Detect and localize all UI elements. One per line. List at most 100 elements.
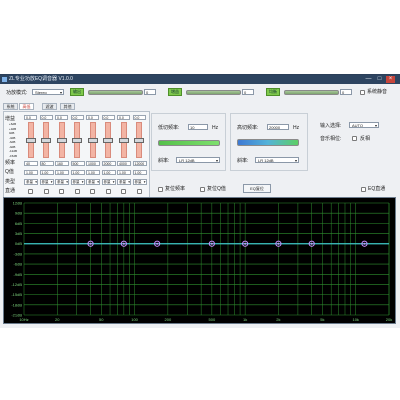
q-row-label: Q值: [5, 169, 14, 175]
band-bypass-checkbox[interactable]: [74, 189, 80, 194]
band-q-input[interactable]: 1.00: [117, 170, 131, 175]
band-bypass-checkbox[interactable]: [121, 189, 126, 194]
band-type-select[interactable]: 参量 ▾: [24, 179, 38, 185]
tab-system[interactable]: 系统: [3, 103, 18, 110]
maximize-button[interactable]: □: [375, 76, 384, 83]
band-gain-input[interactable]: 0.0: [39, 115, 53, 120]
output-value[interactable]: 0: [144, 89, 156, 95]
band-q-input[interactable]: 1.00: [55, 170, 69, 175]
gain-value[interactable]: 0: [242, 89, 254, 95]
band-q-input[interactable]: 1.00: [101, 170, 116, 175]
mute-checkbox[interactable]: [360, 90, 365, 95]
chevron-down-icon: ▾: [143, 180, 146, 184]
band-bypass-checkbox[interactable]: [105, 189, 111, 194]
window-title: ZL专业功放EQ调音器 V1.0.0: [9, 76, 73, 82]
band-gain-thumb[interactable]: [87, 137, 98, 143]
output-mode-value: Stereo: [35, 90, 47, 95]
band-type-select[interactable]: 参量 ▾: [86, 179, 100, 185]
band-gain-thumb[interactable]: [134, 137, 144, 143]
band-gain-thumb[interactable]: [25, 137, 36, 143]
eq-band-node-center: [363, 242, 366, 245]
eq-response-graph[interactable]: 12dB 9dB 6dB 3dB 0dB -3dB -6dB -9dB -12dB -15dB -1…: [3, 197, 396, 324]
band-gain-thumb[interactable]: [72, 137, 82, 143]
band-gain-input[interactable]: 0.0: [132, 115, 146, 120]
highcut-unit: Hz: [293, 125, 300, 131]
gain-slider[interactable]: [186, 90, 241, 95]
output-mode-select[interactable]: Stereo ▾: [32, 89, 64, 95]
band-freq-input[interactable]: 12000: [132, 161, 147, 166]
band-freq-input[interactable]: 2000: [101, 161, 116, 166]
eq-value[interactable]: 0: [340, 89, 352, 95]
phase-invert-checkbox[interactable]: [352, 136, 357, 141]
tab-other[interactable]: 其他: [60, 103, 75, 110]
band-type-select[interactable]: 参量 ▾: [132, 179, 147, 185]
highcut-freq-input[interactable]: 20000: [267, 124, 289, 130]
highcut-slider[interactable]: [237, 139, 299, 146]
band-type-select[interactable]: 参量 ▾: [70, 179, 85, 185]
band-gain-thumb[interactable]: [41, 137, 51, 143]
lowcut-slider[interactable]: [158, 140, 220, 146]
chevron-down-icon: ▾: [59, 90, 62, 95]
band-gain-input[interactable]: 0.0: [24, 115, 37, 120]
highcut-slope-select[interactable]: LR 12dB ▾: [255, 157, 299, 163]
gain-button[interactable]: 增益: [168, 88, 182, 96]
band-freq-input[interactable]: 40: [24, 161, 38, 166]
minimize-button[interactable]: —: [364, 76, 373, 83]
band-bypass-checkbox[interactable]: [43, 189, 49, 194]
lowcut-freq-input[interactable]: 10: [188, 124, 208, 130]
band-q-input[interactable]: 1.00: [70, 170, 85, 175]
chevron-down-icon: ▾: [215, 158, 218, 163]
band-gain-input[interactable]: 0.0: [101, 115, 115, 120]
highcut-freq-label: 高切频率:: [237, 125, 259, 131]
app-icon: [2, 77, 7, 82]
eq-band-node-center: [210, 242, 213, 245]
band-gain-thumb[interactable]: [118, 137, 129, 143]
band-freq-input[interactable]: 500: [70, 161, 85, 166]
reset-freq-checkbox[interactable]: [158, 187, 163, 192]
band-gain-input[interactable]: 0.0: [70, 115, 84, 120]
band-type-select[interactable]: 参量 ▾: [117, 179, 131, 185]
tab-highlow[interactable]: 高低: [19, 103, 34, 110]
band-gain-thumb[interactable]: [103, 137, 113, 143]
band-q-input[interactable]: 1.00: [39, 170, 54, 175]
output-button[interactable]: 输出: [70, 88, 84, 96]
band-gain-input[interactable]: 0.0: [117, 115, 130, 120]
band-freq-input[interactable]: 160: [55, 161, 69, 166]
band-gain-input[interactable]: 0.0: [86, 115, 99, 120]
band-freq-input[interactable]: 80: [39, 161, 54, 166]
band-bypass-checkbox[interactable]: [136, 189, 142, 194]
band-bypass-checkbox[interactable]: [59, 189, 64, 194]
eq-slider[interactable]: [284, 90, 339, 95]
band-type-select[interactable]: 参量 ▾: [39, 179, 54, 185]
y-tick-label: 0dB: [15, 241, 22, 246]
band-gain-thumb[interactable]: [56, 137, 67, 143]
band-gain-input[interactable]: 0.0: [55, 115, 68, 120]
tab-filter[interactable]: 滤波: [42, 103, 57, 110]
output-slider[interactable]: [88, 90, 143, 95]
band-bypass-checkbox[interactable]: [28, 189, 33, 194]
band-q-input[interactable]: 1.00: [132, 170, 147, 175]
close-button[interactable]: ×: [386, 76, 395, 83]
band-freq-input[interactable]: 4000: [117, 161, 131, 166]
band-type-value: 参量: [119, 180, 126, 184]
band-q-input[interactable]: 1.00: [24, 170, 38, 175]
band-bypass-checkbox[interactable]: [90, 189, 95, 194]
eq-reset-button[interactable]: EQ复位: [243, 184, 271, 193]
band-freq-input[interactable]: 1000: [86, 161, 100, 166]
input-select[interactable]: AUTO ▾: [349, 122, 379, 128]
phase-invert-label: 反相: [360, 136, 371, 142]
band-type-value: 参量: [57, 180, 64, 184]
lowcut-slope-select[interactable]: LR 12dB ▾: [176, 157, 220, 163]
eq-bypass-checkbox[interactable]: [361, 187, 366, 192]
gain-scale-label: +6dB: [9, 122, 17, 126]
reset-q-label[interactable]: 复位Q值: [207, 186, 226, 192]
eq-band-node-center: [122, 242, 125, 245]
band-q-input[interactable]: 1.00: [86, 170, 100, 175]
reset-q-checkbox[interactable]: [200, 187, 205, 192]
highcut-slope-value: LR 12dB: [258, 158, 274, 163]
eq-button[interactable]: 均衡: [266, 88, 280, 96]
eq-bypass-label[interactable]: EQ直通: [368, 186, 385, 192]
reset-freq-label[interactable]: 复位频率: [165, 186, 185, 192]
band-type-select[interactable]: 参量 ▾: [101, 179, 116, 185]
band-type-select[interactable]: 参量 ▾: [55, 179, 69, 185]
